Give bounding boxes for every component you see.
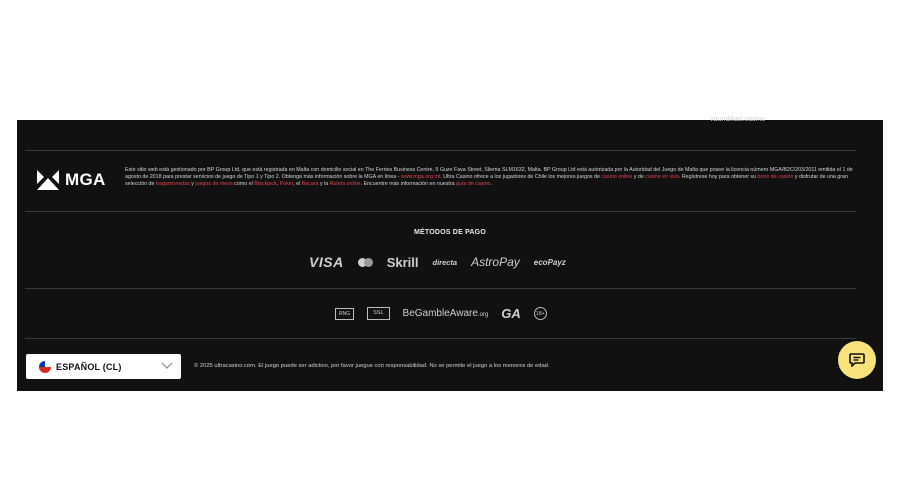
payment-methods: VISA Skrill directa AstroPay ecoPayz (309, 254, 566, 270)
chile-flag-icon (39, 360, 51, 373)
gambling-anonymous-logo[interactable]: GA (501, 306, 521, 321)
certifications: RNG SSL BeGambleAware.org GA 18+ (335, 306, 547, 321)
begambleaware-logo[interactable]: BeGambleAware.org (403, 308, 489, 319)
divider (25, 211, 856, 212)
tragamonedas-link[interactable]: tragamonedas (156, 181, 190, 187)
footer-top-link[interactable]: vaundikas.casino (710, 116, 765, 123)
divider (25, 150, 856, 151)
guia-casino-link[interactable]: guía de casino (456, 181, 490, 187)
juegos-mesa-link[interactable]: juegos de mesa (195, 181, 232, 187)
mga-logo[interactable]: MGA (37, 170, 106, 190)
directa-logo: directa (432, 257, 458, 267)
rng-badge: RNG (335, 307, 355, 320)
astropay-logo: AstroPay (471, 255, 520, 269)
license-text: Este sitio web está gestionado por BP Gr… (125, 167, 853, 187)
chat-icon (849, 353, 865, 367)
bono-casino-link[interactable]: bono de casino (758, 174, 794, 180)
casino-en-vivo-link[interactable]: casino en vivo (645, 174, 679, 180)
poker-link[interactable]: Poker (280, 181, 294, 187)
site-footer: vaundikas.casino MGA Este sitio web está… (17, 116, 883, 391)
payment-methods-title: MÉTODOS DE PAGO (414, 229, 486, 236)
ssl-badge: SSL (367, 307, 390, 320)
casino-online-link[interactable]: casino online (601, 174, 632, 180)
age-restriction-badge: 18+ (533, 307, 547, 320)
visa-logo: VISA (309, 254, 344, 270)
language-label: ESPAÑOL (CL) (56, 361, 122, 372)
blackjack-link[interactable]: Blackjack (254, 181, 276, 187)
divider (25, 338, 856, 339)
language-selector[interactable]: ESPAÑOL (CL) (26, 354, 181, 379)
skrill-logo: Skrill (386, 254, 419, 270)
chat-button[interactable] (838, 341, 876, 379)
bacara-link[interactable]: Bacara (302, 181, 319, 187)
copyright-text: © 2025 ultracasino.com. El juego puede s… (194, 363, 550, 369)
mastercard-logo (357, 257, 373, 267)
mga-link[interactable]: www.mga.org.mt (401, 174, 440, 180)
chevron-down-icon (161, 362, 173, 369)
divider (25, 288, 856, 289)
mga-mark-icon (37, 170, 59, 190)
ruleta-link[interactable]: Ruleta online (330, 181, 361, 187)
ecopayz-logo: ecoPayz (533, 257, 566, 267)
mga-logo-text: MGA (65, 170, 106, 189)
